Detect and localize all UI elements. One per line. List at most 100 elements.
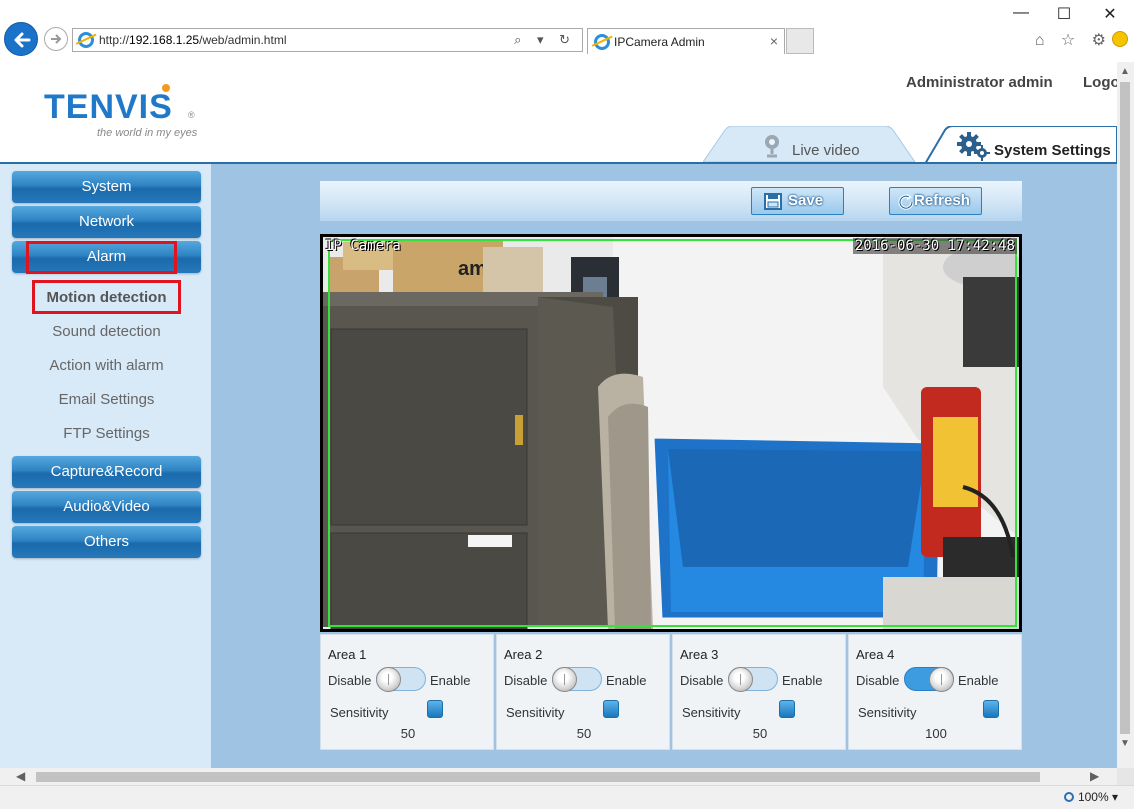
sidebar-item-network[interactable]: Network <box>12 206 201 238</box>
area-card: Area 1 Disable Enable Sensitivity 50 <box>320 634 494 750</box>
feedback-smiley-icon[interactable] <box>1112 31 1128 47</box>
settings-sidebar: System Network Alarm Motion detection So… <box>0 164 211 768</box>
toggle-knob[interactable] <box>376 667 401 692</box>
slider-thumb[interactable] <box>603 700 619 718</box>
tab-live-video-label: Live video <box>792 142 860 159</box>
sidebar-item-audio-video[interactable]: Audio&Video <box>12 491 201 523</box>
area-card: Area 3 Disable Enable Sensitivity 50 <box>672 634 846 750</box>
toggle-knob[interactable] <box>728 667 753 692</box>
tab-title: IPCamera Admin <box>614 35 705 49</box>
sensitivity-value: 50 <box>400 726 416 741</box>
browser-right-icons[interactable]: ⌂ ☆ ⚙ <box>1035 30 1128 50</box>
ie-page-icon <box>78 32 94 48</box>
horizontal-scrollbar[interactable]: ◀ ▶ <box>0 768 1117 785</box>
toggle-knob[interactable] <box>552 667 577 692</box>
camera-video-feed[interactable]: amazon <box>320 234 1022 632</box>
area-enable-toggle[interactable] <box>728 667 778 692</box>
new-tab-button[interactable] <box>786 28 814 54</box>
home-star-gear-icons[interactable]: ⌂ ☆ ⚙ <box>1035 32 1112 49</box>
tab-close-icon[interactable]: × <box>770 33 778 49</box>
forward-button[interactable] <box>44 27 68 51</box>
scroll-down-icon[interactable]: ▼ <box>1120 738 1130 749</box>
gear-icon <box>957 132 990 161</box>
webcam-icon <box>765 135 779 158</box>
enable-label: Enable <box>958 673 999 688</box>
horizontal-scroll-thumb[interactable] <box>36 772 1040 782</box>
browser-tab[interactable]: IPCamera Admin × <box>587 28 785 54</box>
slider-thumb[interactable] <box>983 700 999 718</box>
tenvis-logo: TENVIS ® the world in my eyes <box>44 84 224 148</box>
scrollbar-corner <box>1117 768 1134 785</box>
area-enable-toggle[interactable] <box>904 667 954 692</box>
sidebar-item-others[interactable]: Others <box>12 526 201 558</box>
toggle-knob[interactable] <box>929 667 954 692</box>
refresh-button[interactable]: Refresh <box>889 187 982 215</box>
detection-areas: Area 1 Disable Enable Sensitivity 50 Are… <box>320 634 1022 750</box>
tab-live-video[interactable]: Live video <box>703 126 915 162</box>
sensitivity-value: 50 <box>752 726 768 741</box>
minimize-icon[interactable]: — <box>1006 4 1036 22</box>
sensitivity-slider[interactable] <box>399 700 471 721</box>
logout-link[interactable]: Logo <box>1083 74 1117 91</box>
tab-system-settings-label: System Settings <box>994 142 1111 159</box>
area-enable-toggle[interactable] <box>552 667 602 692</box>
disable-label: Disable <box>680 673 724 688</box>
logo-dot <box>162 84 170 92</box>
forward-arrow-icon <box>51 34 62 44</box>
osd-timestamp: 2016-06-30 17:42:48 <box>852 238 1017 254</box>
scroll-left-icon[interactable]: ◀ <box>16 769 25 783</box>
scroll-right-icon[interactable]: ▶ <box>1090 769 1099 783</box>
maximize-icon[interactable]: ☐ <box>1049 4 1079 24</box>
disable-label: Disable <box>856 673 900 688</box>
enable-label: Enable <box>430 673 471 688</box>
address-bar[interactable]: http://192.168.1.25/web/admin.html ⌕ ▾ ↻ <box>72 28 583 52</box>
logo-tagline: the world in my eyes <box>97 127 198 139</box>
sidebar-item-capture-record[interactable]: Capture&Record <box>12 456 201 488</box>
disable-label: Disable <box>504 673 548 688</box>
tab-ie-icon <box>594 34 610 50</box>
zoom-control[interactable]: 100% ▾ <box>1063 790 1118 804</box>
logo-registered-mark: ® <box>188 110 195 120</box>
area-card: Area 4 Disable Enable Sensitivity 100 <box>848 634 1022 750</box>
admin-user-label: Administrator admin <box>906 74 1053 91</box>
scroll-up-icon[interactable]: ▲ <box>1120 66 1130 77</box>
slider-thumb[interactable] <box>427 700 443 718</box>
sidebar-item-action-with-alarm[interactable]: Action with alarm <box>12 357 201 374</box>
sidebar-item-email-settings[interactable]: Email Settings <box>12 391 201 408</box>
sidebar-item-sound-detection[interactable]: Sound detection <box>12 323 201 340</box>
status-bar: 100% ▾ <box>0 785 1134 809</box>
highlight-alarm <box>26 241 177 274</box>
area-card: Area 2 Disable Enable Sensitivity 50 <box>496 634 670 750</box>
sidebar-item-system[interactable]: System <box>12 171 201 203</box>
save-button-label: Save <box>788 192 824 209</box>
address-tools-icons[interactable]: ⌕ ▾ ↻ <box>514 32 576 48</box>
camera-scene-image: amazon <box>323 237 1019 629</box>
refresh-icon <box>898 194 914 210</box>
sensitivity-slider[interactable] <box>575 700 647 721</box>
vertical-scroll-thumb[interactable] <box>1120 82 1130 734</box>
tab-system-settings[interactable]: System Settings <box>925 126 1117 164</box>
sidebar-item-ftp-settings[interactable]: FTP Settings <box>12 425 201 442</box>
address-url[interactable]: http://192.168.1.25/web/admin.html <box>99 33 286 47</box>
enable-label: Enable <box>782 673 823 688</box>
osd-camera-name: IP Camera <box>325 238 401 254</box>
sensitivity-value: 100 <box>925 726 947 741</box>
save-button[interactable]: Save <box>751 187 844 215</box>
sensitivity-label: Sensitivity <box>858 705 917 720</box>
back-button[interactable] <box>4 22 38 56</box>
vertical-scrollbar[interactable]: ▲ ▼ <box>1117 62 1134 768</box>
sensitivity-label: Sensitivity <box>682 705 741 720</box>
sensitivity-slider[interactable] <box>751 700 823 721</box>
sensitivity-label: Sensitivity <box>330 705 389 720</box>
zoom-level: 100% <box>1077 790 1109 804</box>
refresh-button-label: Refresh <box>914 192 970 209</box>
sensitivity-slider[interactable] <box>927 700 999 721</box>
enable-label: Enable <box>606 673 647 688</box>
page-viewport: TENVIS ® the world in my eyes Administra… <box>0 62 1117 768</box>
close-window-icon[interactable]: ✕ <box>1095 4 1125 24</box>
slider-thumb[interactable] <box>779 700 795 718</box>
action-toolbar: Save Refresh <box>320 181 1022 221</box>
motion-detection-panel: Save Refresh IP Camera 2016-06-30 17:42:… <box>211 164 1117 768</box>
area-enable-toggle[interactable] <box>376 667 426 692</box>
zoom-magnifier-icon <box>1063 792 1074 802</box>
